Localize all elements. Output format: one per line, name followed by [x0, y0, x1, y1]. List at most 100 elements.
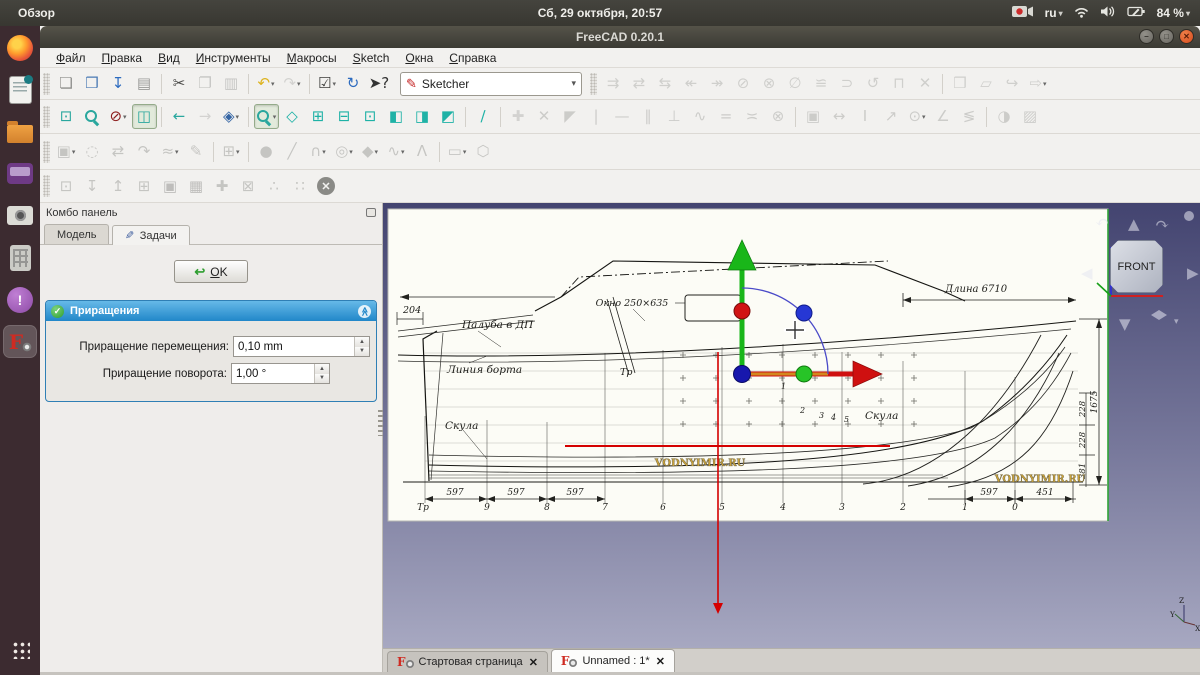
tab-model[interactable]: Модель	[44, 224, 110, 244]
constraint-swap-button[interactable]: ⇆	[653, 71, 678, 96]
float-panel-icon[interactable]	[366, 208, 376, 217]
fillet-button[interactable]: ≈ ▾	[158, 139, 183, 164]
view-top-button[interactable]: ⊟	[332, 104, 357, 129]
macro-execute-button[interactable]: ☑ ▾	[315, 71, 340, 96]
nav-rotate-right-icon[interactable]: ↷	[1155, 215, 1169, 235]
toolbar-grip[interactable]	[43, 175, 50, 197]
new-file-button[interactable]: ❏	[54, 71, 79, 96]
external-geometry-dropdown-arrow[interactable]: ▾	[236, 148, 240, 156]
spin-down-icon[interactable]: ▼	[355, 346, 369, 356]
close-tab-icon[interactable]: ✕	[656, 655, 665, 668]
select-vertical-button[interactable]: ↠	[705, 71, 730, 96]
collapse-icon[interactable]: ≪	[358, 304, 371, 318]
constrain-distance-y-button[interactable]: I	[853, 104, 878, 129]
green-handle-dot[interactable]	[795, 365, 813, 383]
create-line-button[interactable]: ╱	[280, 139, 305, 164]
nav-rotate-left-icon[interactable]: ↶	[1095, 213, 1109, 233]
zoom-region-dropdown-arrow[interactable]: ▾	[273, 113, 277, 121]
create-conic-button[interactable]: ◆ ▾	[358, 139, 383, 164]
extend-edge-button[interactable]: ⇄	[106, 139, 131, 164]
select-associated-button[interactable]: ≌	[809, 71, 834, 96]
view-box-shaded-button[interactable]: ▦	[184, 174, 209, 199]
window-titlebar[interactable]: FreeCAD 0.20.1 – □ ✕	[40, 26, 1200, 48]
print-button[interactable]: ▤	[132, 71, 157, 96]
select-elements-button[interactable]: ⊃	[835, 71, 860, 96]
create-rectangle-dropdown-arrow[interactable]: ▾	[463, 148, 467, 156]
constrain-perpendicular-button[interactable]: ⊥	[662, 104, 687, 129]
dock-item-text-editor[interactable]	[3, 73, 37, 106]
draw-style-dropdown-arrow[interactable]: ▾	[123, 113, 127, 121]
select-origin-button[interactable]: ↞	[679, 71, 704, 96]
activities-button[interactable]: Обзор	[0, 6, 73, 20]
group-folder-button[interactable]: ▱	[974, 71, 999, 96]
create-bspline-dropdown-arrow[interactable]: ▾	[401, 148, 405, 156]
create-arc-button[interactable]: ∩ ▾	[306, 139, 331, 164]
link-replace-dropdown-arrow[interactable]: ▾	[1043, 80, 1047, 88]
fit-all-button[interactable]: ⊡	[54, 104, 79, 129]
ok-button[interactable]: ↩ OK	[174, 260, 248, 283]
create-circle-dropdown-arrow[interactable]: ▾	[349, 148, 353, 156]
restore-state-button[interactable]: ↺	[861, 71, 886, 96]
battery-percent[interactable]: 84 % ▾	[1157, 6, 1190, 20]
volume-icon[interactable]	[1100, 5, 1117, 21]
create-polygon-button[interactable]: ⬡	[471, 139, 496, 164]
toolbar-grip[interactable]	[43, 72, 50, 95]
open-file-button[interactable]: ❒	[80, 71, 105, 96]
constrain-tangent-button[interactable]: ∿	[688, 104, 713, 129]
stop-operation-button[interactable]: ✕	[913, 71, 938, 96]
constrain-block-button[interactable]: ⊗	[766, 104, 791, 129]
constrain-snell-button[interactable]: ≶	[957, 104, 982, 129]
import-geometry-button[interactable]: ↧	[80, 174, 105, 199]
toolbar-grip[interactable]	[43, 105, 50, 128]
validate-sketch-button[interactable]: ⊠	[236, 174, 261, 199]
spin-up-icon[interactable]: ▲	[315, 364, 329, 374]
undo-dropdown-arrow[interactable]: ▾	[271, 80, 275, 88]
constrain-angle-button[interactable]: ∠	[931, 104, 956, 129]
show-applications-button[interactable]	[3, 633, 37, 666]
constrain-horizontal-button[interactable]: —	[610, 104, 635, 129]
nav-forward-button[interactable]: →	[193, 104, 218, 129]
split-edge-button[interactable]: ↷	[132, 139, 157, 164]
dock-item-chat-app[interactable]	[3, 283, 37, 316]
select-conflicting-button[interactable]: ⊘	[731, 71, 756, 96]
create-bspline-button[interactable]: ∿ ▾	[384, 139, 409, 164]
nav-cube-small-icon[interactable]	[1151, 310, 1167, 320]
dock-item-screenshot-tool[interactable]	[3, 199, 37, 232]
constrain-radius-button[interactable]: ⊙ ▾	[905, 104, 930, 129]
menu-item-6[interactable]: Окна	[397, 49, 441, 67]
view-right-button[interactable]: ⊡	[358, 104, 383, 129]
view-bottom-button[interactable]: ◨	[410, 104, 435, 129]
create-conic-dropdown-arrow[interactable]: ▾	[375, 148, 379, 156]
dock-item-media-app[interactable]	[3, 157, 37, 190]
view-axonometric-button[interactable]: ◇	[280, 104, 305, 129]
constrain-coincident-button[interactable]: ✕	[532, 104, 557, 129]
constrain-symmetric-button[interactable]: ≍	[740, 104, 765, 129]
toggle-driving-constraint-button[interactable]: ◑	[992, 104, 1017, 129]
view-front-button[interactable]: ⊞	[306, 104, 331, 129]
trim-edge-button[interactable]: ◌	[80, 139, 105, 164]
fit-selection-button[interactable]	[80, 104, 105, 129]
workbench-dropdown-arrow[interactable]: ▾	[571, 78, 576, 89]
tab-start-page[interactable]: F Стартовая страница ✕	[387, 651, 548, 672]
view-box-dark-button[interactable]: ▣	[158, 174, 183, 199]
workbench-selector[interactable]: ✎ Sketcher ▾	[400, 71, 582, 96]
toolbar-grip[interactable]	[43, 140, 50, 163]
create-rectangle-button[interactable]: ▭ ▾	[445, 139, 470, 164]
close-task-button[interactable]	[314, 174, 339, 199]
edit-sketch-button[interactable]: ▣ ▾	[54, 139, 79, 164]
nav-left-arrow[interactable]: ◀	[1081, 264, 1093, 282]
constraint-dof-button[interactable]: ⇉	[601, 71, 626, 96]
selection-bounding-box-button[interactable]: ◫	[131, 104, 157, 129]
navcube-front-face[interactable]: FRONT	[1118, 261, 1156, 273]
menu-item-2[interactable]: Вид	[150, 49, 188, 67]
constrain-lock-button[interactable]: ▣	[801, 104, 826, 129]
spin-up-icon[interactable]: ▲	[355, 337, 369, 347]
dock-item-freecad[interactable]: F	[3, 325, 37, 358]
translation-increment-field[interactable]: ▲ ▼	[233, 336, 370, 357]
nav-cube-dropdown-arrow[interactable]: ▾	[1174, 317, 1179, 327]
spin-down-icon[interactable]: ▼	[315, 373, 329, 383]
constrain-vertical-button[interactable]: |	[584, 104, 609, 129]
constrain-distance-x-button[interactable]: ↔	[827, 104, 852, 129]
sketch-view-section-button[interactable]: ⊡	[54, 174, 79, 199]
measure-distance-button[interactable]: ∕	[471, 104, 496, 129]
